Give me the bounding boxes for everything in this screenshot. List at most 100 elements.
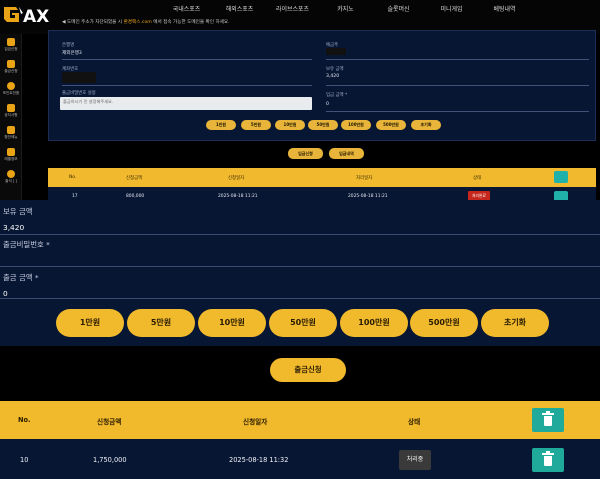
logo-mark: AX [4,7,49,27]
amount-500man-button[interactable]: 500만원 [410,309,478,337]
balance-label: 보유 금액 [3,207,33,216]
header-amount: 신청금액 [97,418,122,426]
divider [326,59,589,60]
mini-reset-button[interactable]: 초기화 [411,120,441,130]
divider [326,85,589,86]
password-input[interactable]: 출금하시기 전 설정해주세요. [60,97,312,110]
delete-all-button[interactable] [554,171,568,183]
sidebar-item-label: 레벨정보 [4,157,18,161]
redacted-depositor [326,48,346,55]
sidebar-item-attendance[interactable]: 출석 [ ] [0,170,22,184]
reset-button[interactable]: 초기화 [481,309,549,337]
password-label: 출금비밀번호 설정 [62,91,96,96]
balance-value: 3,420 [326,74,340,79]
deposit-panel: 은행명 제외은행3 예금주 계좌번호 보유 금액 3,420 출금비밀번호 설정… [48,30,596,141]
exchange-icon [7,126,15,134]
balance-value: 3,420 [3,223,25,232]
amount-label: 입금 금액 * [326,93,348,98]
sidebar-item-deposit[interactable]: 입금신청 [0,38,22,52]
sidebar-item-notice[interactable]: 공지사항 [0,104,22,118]
row-request-date: 2025-08-18 11:32 [229,456,289,464]
header-amount: 신청금액 [126,176,143,181]
header-request-date: 신청일자 [228,176,245,181]
sidebar-item-exchange[interactable]: 환전메뉴 [0,126,22,140]
point-icon [7,82,15,90]
divider [0,298,600,299]
withdraw-amount-label: 출금 금액 * [3,273,39,282]
row-amount: 1,750,000 [93,456,127,464]
sidebar-item-label: 출석 [ ] [5,179,17,183]
sidebar: 입금신청 출금신청 포인트전환 공지사항 환전메뉴 레벨정보 출석 [ ] [0,34,22,200]
level-icon [7,148,15,156]
amount-100man-button[interactable]: 100만원 [340,309,408,337]
nav-overseas-sports[interactable]: 해외스포츠 [213,4,266,16]
nav-domestic-sports[interactable]: 국내스포츠 [160,4,213,16]
divider [0,234,600,235]
withdraw-amount-value[interactable]: 0 [3,289,8,298]
wallet-icon [7,38,15,46]
sidebar-item-label: 입금신청 [4,47,18,51]
delete-all-button[interactable] [532,408,564,432]
attendance-icon [7,170,15,178]
divider [326,111,589,112]
notice-icon [7,104,15,112]
nav-minigame[interactable]: 미니게임 [425,4,478,16]
mini-amount-50man-button[interactable]: 50만원 [308,120,338,130]
notice-domain-link[interactable]: 환경팩스.com [124,20,152,25]
site-logo[interactable]: AX [2,4,58,28]
trash-icon [542,411,554,426]
header-process-date: 처리일자 [356,176,373,181]
top-bar: AX 국내스포츠 해외스포츠 라이브스포츠 카지노 슬롯머신 미니게임 베팅내역… [0,0,600,34]
sidebar-item-label: 출금신청 [4,69,18,73]
mini-amount-1man-button[interactable]: 1만원 [206,120,236,130]
deposit-history-button[interactable]: 입금내역 [329,148,364,159]
deposit-apply-button[interactable]: 입금신청 [288,148,323,159]
redacted-account [62,72,96,83]
notice-text-end: 에서 접속 가능한 도메인을 확인 하세요. [153,20,230,25]
amount-50man-button[interactable]: 50만원 [269,309,337,337]
password-placeholder: 출금하시기 전 설정해주세요. [63,99,114,104]
amount-5man-button[interactable]: 5만원 [127,309,195,337]
trash-icon [542,451,554,466]
delete-row-button[interactable] [532,448,564,472]
header-no: No. [18,416,31,424]
divider [62,85,312,86]
sidebar-item-label: 포인트전환 [2,91,20,95]
sidebar-item-point[interactable]: 포인트전환 [0,82,22,96]
table-header: No. 신청금액 신청일자 처리일자 상태 [48,168,596,187]
withdraw-password-label: 출금비밀번호 * [3,240,50,249]
svg-text:AX: AX [23,7,49,27]
sidebar-item-label: 환전메뉴 [4,135,18,139]
sidebar-item-level[interactable]: 레벨정보 [0,148,22,162]
mini-amount-500man-button[interactable]: 500만원 [376,120,406,130]
table-row: 10 1,750,000 2025-08-18 11:32 [0,439,600,479]
divider [62,59,312,60]
header-no: No. [69,175,77,180]
row-request-date: 2025-08-18 11:21 [218,194,258,199]
domain-notice: ◀ 도메인 주소가 차단되었을 시 환경팩스.com 에서 접속 가능한 도메인… [62,19,230,25]
row-amount: 800,000 [126,194,145,199]
header-status: 상태 [408,418,421,426]
bank-name-label: 은행명 [62,43,75,48]
status-badge: 처리중 [399,450,431,470]
nav-slot[interactable]: 슬롯머신 [372,4,425,16]
amount-10man-button[interactable]: 10만원 [198,309,266,337]
amount-value: 0 [326,102,329,107]
nav-live-sports[interactable]: 라이브스포츠 [266,4,319,16]
sidebar-item-withdraw[interactable]: 출금신청 [0,60,22,74]
header-request-date: 신청일자 [243,418,268,426]
withdraw-apply-button[interactable]: 출금신청 [270,358,346,382]
notice-text: ◀ 도메인 주소가 차단되었을 시 [62,20,123,25]
balance-label: 보유 금액 [326,67,344,72]
nav-casino[interactable]: 카지노 [319,4,372,16]
mini-amount-5man-button[interactable]: 5만원 [241,120,271,130]
nav-bet-history[interactable]: 베팅내역 [478,4,531,16]
row-no: 17 [72,194,78,199]
row-no: 10 [20,456,29,464]
sidebar-item-label: 공지사항 [4,113,18,117]
withdraw-password-input[interactable] [0,266,600,267]
mini-amount-10man-button[interactable]: 10만원 [275,120,305,130]
withdraw-icon [7,60,15,68]
mini-amount-100man-button[interactable]: 100만원 [341,120,371,130]
amount-1man-button[interactable]: 1만원 [56,309,124,337]
